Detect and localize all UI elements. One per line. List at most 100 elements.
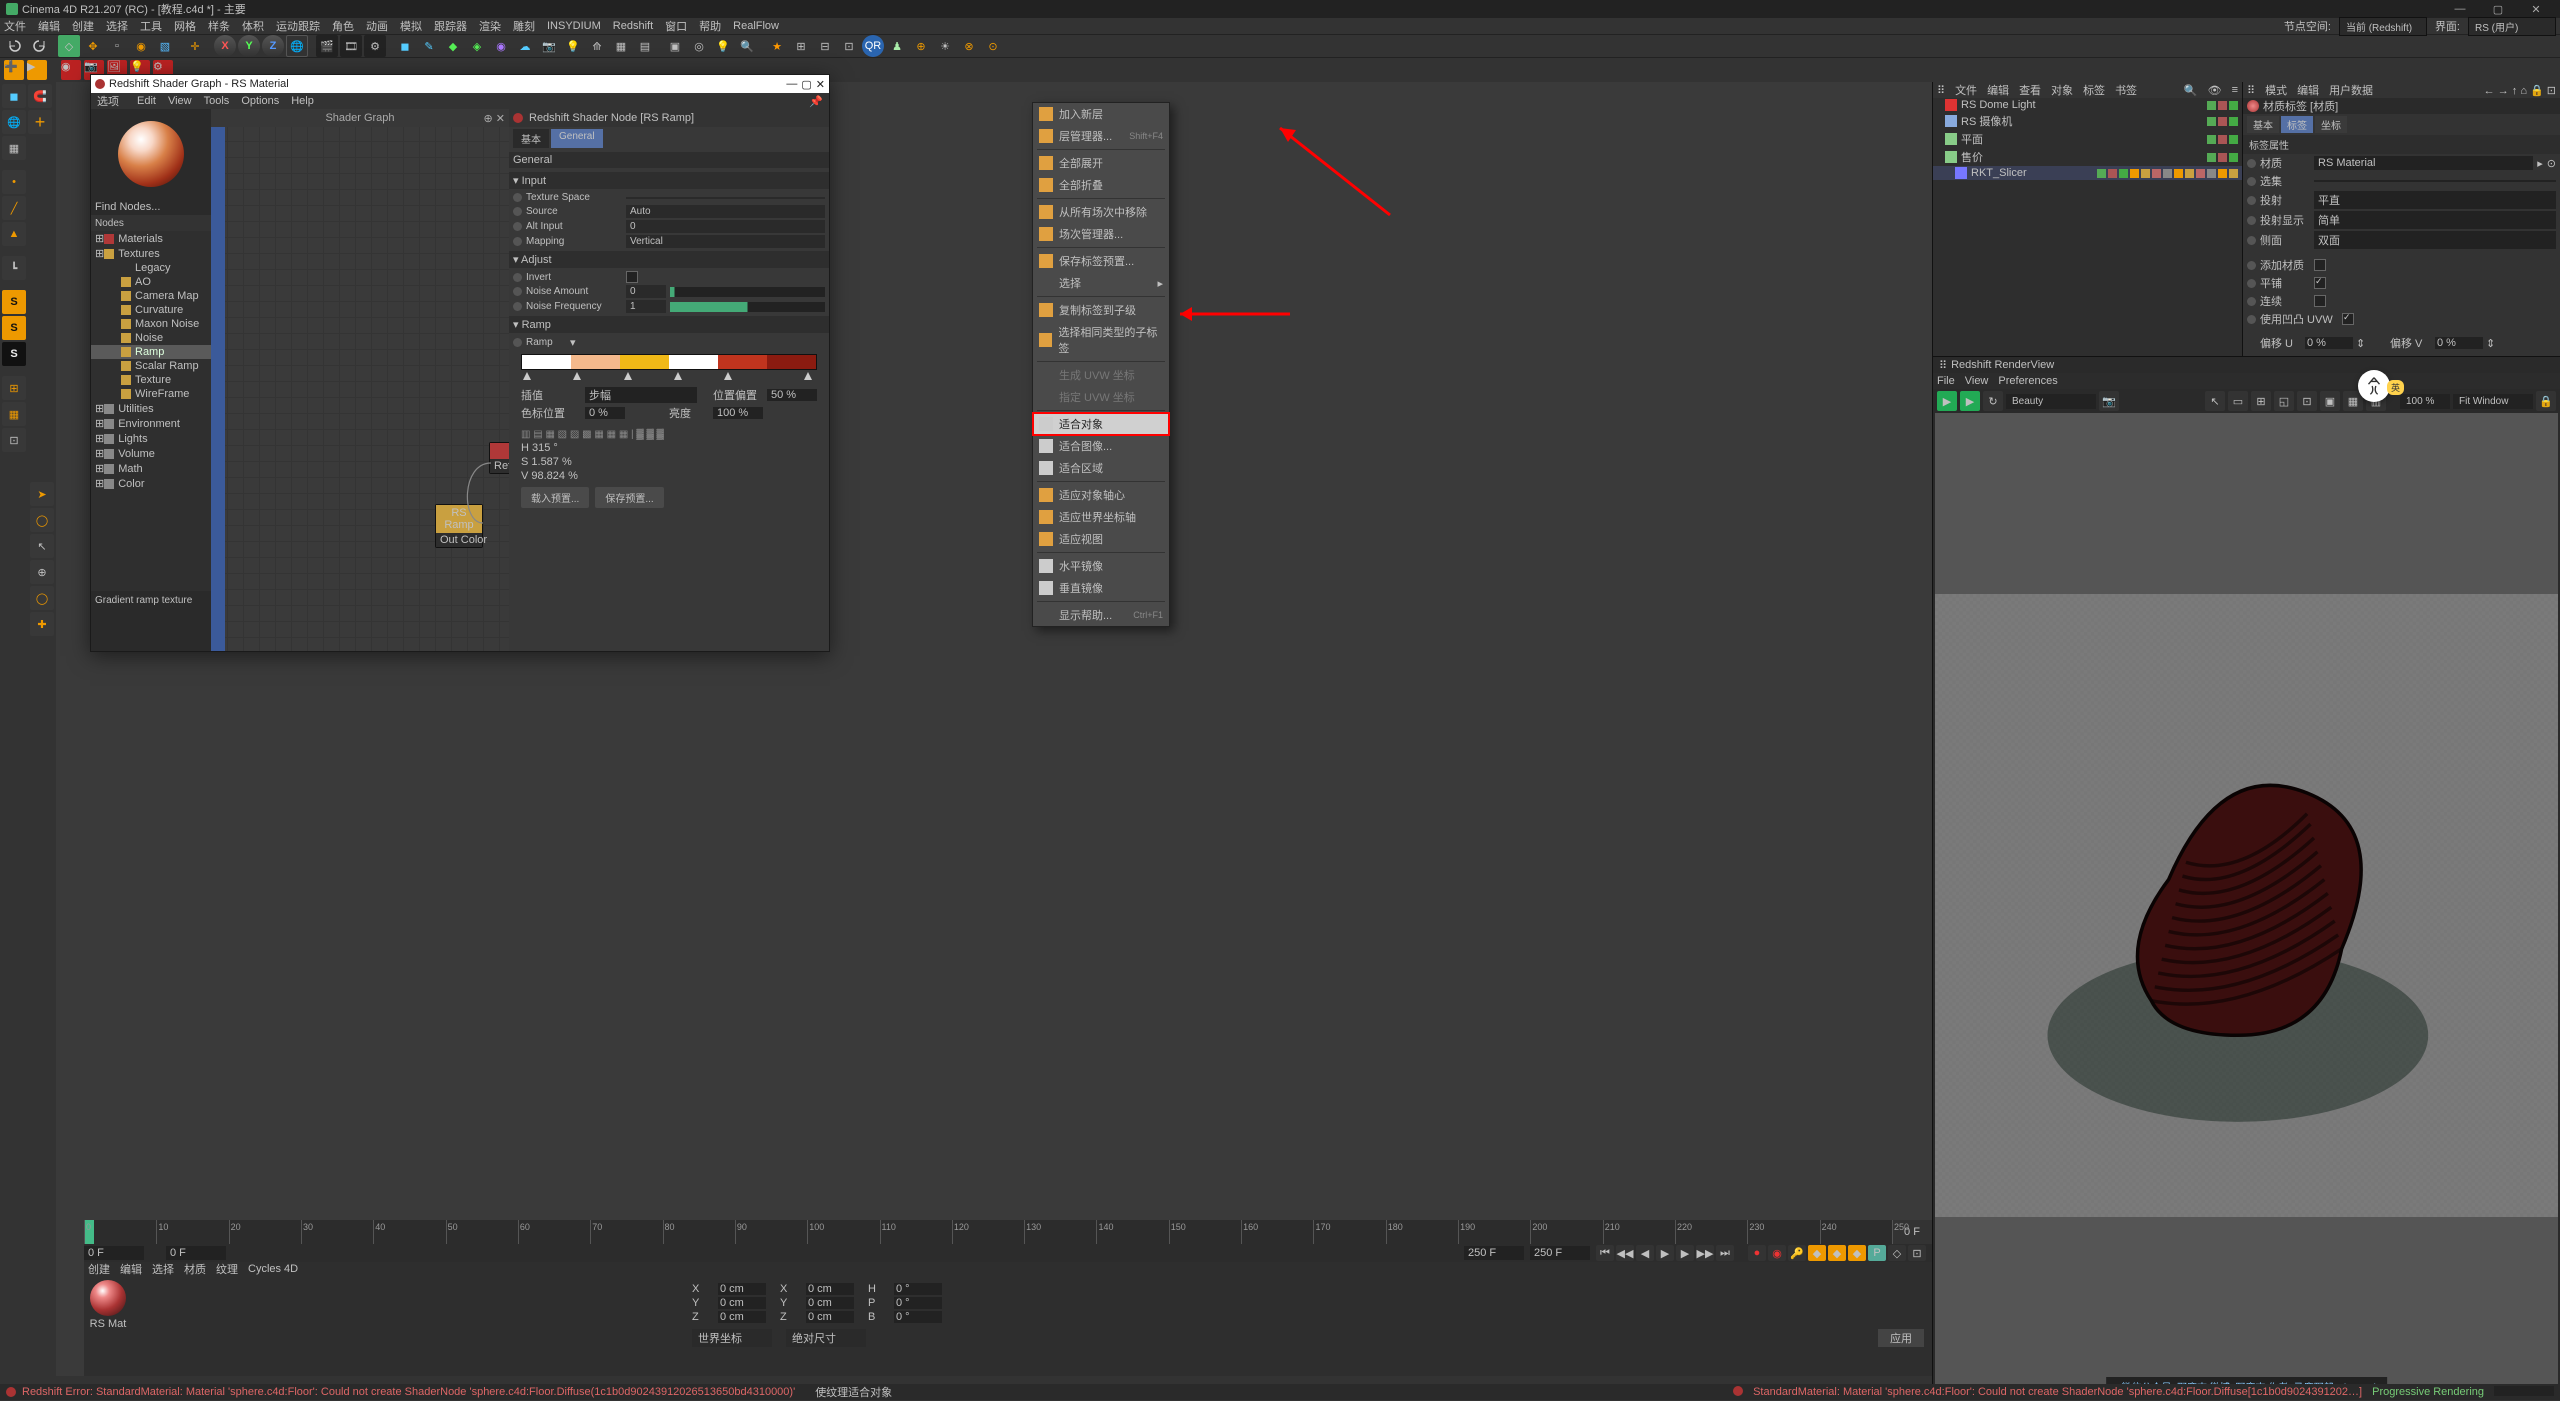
tree-item[interactable]: AO	[91, 275, 211, 289]
noise-amount-slider[interactable]	[670, 287, 825, 297]
arrow-icon[interactable]: ▸	[2537, 157, 2543, 170]
axis-y-button[interactable]: Y	[238, 35, 260, 57]
use-bump-uvw-checkbox[interactable]	[2342, 313, 2354, 325]
ctx-item[interactable]: 从所有场次中移除	[1033, 201, 1169, 223]
tree-item[interactable]: Camera Map	[91, 289, 211, 303]
minimize-button[interactable]: —	[2442, 1, 2478, 17]
light-bulb-icon[interactable]: 💡	[712, 35, 734, 57]
menu-item[interactable]: 创建	[72, 18, 94, 34]
redo-button[interactable]	[28, 35, 50, 57]
ctx-item[interactable]: 复制标签到子级	[1033, 299, 1169, 321]
ctx-item[interactable]: 垂直镜像	[1033, 577, 1169, 599]
rv-menu[interactable]: Preferences	[1998, 375, 2057, 387]
keyframe-dot-icon[interactable]	[2247, 159, 2256, 168]
node-input-label[interactable]: Refr Transmittance	[494, 460, 509, 472]
clear-icon[interactable]: ⊙	[2547, 157, 2556, 170]
undo-button[interactable]	[4, 35, 26, 57]
menu-item[interactable]: 跟踪器	[434, 18, 467, 34]
menu-item[interactable]: 选择	[106, 18, 128, 34]
apply-button[interactable]: 应用	[1878, 1329, 1924, 1347]
layout-dropdown[interactable]: RS (用户)	[2468, 17, 2556, 36]
timeline-cur-field[interactable]: 0 F	[166, 1246, 226, 1260]
size-mode-dropdown[interactable]: 绝对尺寸	[786, 1329, 866, 1347]
ime-badge[interactable]: 英	[2358, 370, 2390, 402]
select-tool-button[interactable]: ◇	[58, 35, 80, 57]
keyframe-dot-icon[interactable]	[2247, 236, 2256, 245]
extra-button[interactable]: ⊙	[982, 35, 1004, 57]
timeline-ruler[interactable]: 0102030405060708090100110120130140150160…	[84, 1220, 1892, 1244]
timeline[interactable]: 0102030405060708090100110120130140150160…	[84, 1220, 1932, 1244]
key-extra-button[interactable]: ⊡	[1908, 1245, 1926, 1261]
tree-item[interactable]: ⊞ Materials	[91, 231, 211, 246]
object-row[interactable]: 平面	[1933, 130, 2242, 148]
rv-menu[interactable]: View	[1965, 375, 1989, 387]
cube-button[interactable]: ◼	[394, 35, 416, 57]
pen-button[interactable]: ✎	[418, 35, 440, 57]
lock-icon[interactable]: 🔒	[2536, 391, 2556, 411]
attr-tab-tag[interactable]: 标签	[2281, 116, 2313, 133]
noise-freq-slider[interactable]	[670, 302, 825, 312]
snap-settings-button[interactable]: ⊡	[2, 428, 26, 452]
material-item[interactable]: RS Mat	[88, 1280, 128, 1330]
coord-field[interactable]: 0 °	[894, 1283, 942, 1295]
aov-dropdown[interactable]: Beauty	[2006, 394, 2096, 409]
coord-mode-dropdown[interactable]: 世界坐标	[692, 1329, 772, 1347]
tree-item[interactable]: ⊞ Math	[91, 461, 211, 476]
tree-item[interactable]: ⊞ Volume	[91, 446, 211, 461]
coord-field[interactable]: 0 cm	[806, 1297, 854, 1309]
extra-button[interactable]: ⊟	[814, 35, 836, 57]
source-dropdown[interactable]: Auto	[626, 205, 825, 218]
ctx-item[interactable]: 全部折叠	[1033, 174, 1169, 196]
offset-v-field[interactable]: 0 %	[2435, 337, 2483, 349]
tile-checkbox[interactable]	[2314, 277, 2326, 289]
ctx-item[interactable]: 层管理器...Shift+F4	[1033, 125, 1169, 147]
menu-item[interactable]: 体积	[242, 18, 264, 34]
texture-mode-button[interactable]: 🌐	[2, 110, 26, 134]
noise-amount-field[interactable]: 0	[626, 285, 666, 298]
brightness-field[interactable]: 100 %	[713, 407, 763, 419]
menu-item[interactable]: 编辑	[38, 18, 60, 34]
viewport-solo-button[interactable]: S	[2, 290, 26, 314]
camera-button[interactable]: 📷	[538, 35, 560, 57]
move-icon[interactable]: ✛	[184, 35, 206, 57]
extra-button[interactable]: ♟	[886, 35, 908, 57]
extra-button[interactable]: ★	[766, 35, 788, 57]
ctx-item[interactable]: 选择▸	[1033, 272, 1169, 294]
objmgr-menu[interactable]: 书签	[2115, 82, 2137, 98]
keyframe-dot-icon[interactable]	[2247, 297, 2256, 306]
uv-mode-button[interactable]: ▦	[2, 136, 26, 160]
selection-field[interactable]	[2314, 180, 2556, 182]
magnet-button[interactable]: 🧲	[28, 84, 52, 108]
menu-item[interactable]: 网格	[174, 18, 196, 34]
key-param-button[interactable]: P	[1868, 1245, 1886, 1261]
ctx-item[interactable]: 场次管理器...	[1033, 223, 1169, 245]
object-row[interactable]: 售价	[1933, 148, 2242, 166]
ipr-bucket-button[interactable]: ▶	[1960, 391, 1980, 411]
projection-dropdown[interactable]: 平直	[2314, 191, 2556, 209]
keyframe-dot-icon[interactable]	[2247, 279, 2256, 288]
tab-general[interactable]: General	[551, 129, 603, 148]
attr-tab-coord[interactable]: 坐标	[2315, 116, 2347, 133]
menu-item[interactable]: 样条	[208, 18, 230, 34]
invert-checkbox[interactable]	[626, 271, 638, 283]
fit-dropdown[interactable]: Fit Window	[2453, 394, 2533, 409]
menu-item[interactable]: 窗口	[665, 18, 687, 34]
edge-mode-button[interactable]: ╱	[2, 196, 26, 220]
sg-menu-item[interactable]: Help	[291, 95, 314, 107]
extra-button[interactable]: ⊕	[910, 35, 932, 57]
ctx-item[interactable]: 适应世界坐标轴	[1033, 506, 1169, 528]
objmgr-menu[interactable]: 标签	[2083, 82, 2105, 98]
goto-start-button[interactable]: ⏮	[1596, 1245, 1614, 1261]
menu-item[interactable]: 工具	[140, 18, 162, 34]
ctx-item[interactable]: 加入新层	[1033, 103, 1169, 125]
keyframe-dot-icon[interactable]	[2247, 216, 2256, 225]
snapshot-button[interactable]: 📷	[2099, 391, 2119, 411]
tree-item[interactable]: Scalar Ramp	[91, 359, 211, 373]
extra-tool-button[interactable]: ▦	[610, 35, 632, 57]
material-link-field[interactable]: RS Material	[2314, 156, 2533, 170]
find-nodes-field[interactable]: Find Nodes...	[95, 201, 160, 213]
key-pla-button[interactable]: ◇	[1888, 1245, 1906, 1261]
palette-button[interactable]: ➕	[4, 60, 24, 80]
tool-button[interactable]: ◱	[2274, 391, 2294, 411]
menu-item[interactable]: 模拟	[400, 18, 422, 34]
